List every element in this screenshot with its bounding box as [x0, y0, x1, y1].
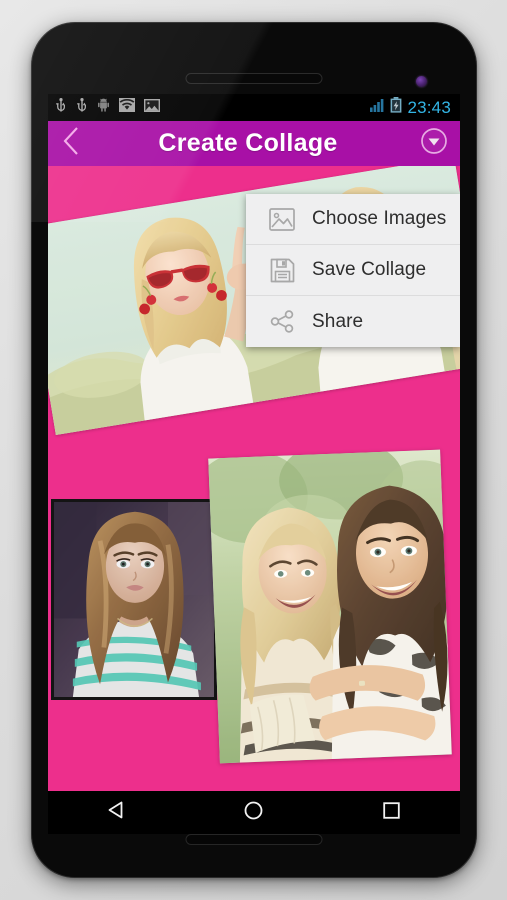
page-title: Create Collage: [158, 129, 338, 157]
picture-icon: [262, 207, 302, 231]
action-bar: Create Collage: [48, 121, 460, 166]
floppy-disk-icon: [262, 258, 302, 283]
battery-charging-icon: [390, 97, 402, 118]
menu-item-label: Choose Images: [312, 208, 447, 229]
circle-home-icon: [243, 800, 264, 826]
status-bar-left-icons: [55, 97, 160, 118]
menu-item-label: Save Collage: [312, 259, 427, 280]
bottom-speaker-slot: [185, 834, 323, 845]
square-recents-icon: [382, 801, 401, 825]
triangle-back-icon: [107, 800, 127, 825]
collage-photo-bottom-left[interactable]: [51, 499, 217, 700]
phone-screen: 23:43 Create Collage Choose Images Save …: [48, 94, 460, 834]
earpiece-speaker: [185, 73, 323, 84]
status-bar-clock: 23:43: [407, 97, 451, 117]
nav-back-button[interactable]: [82, 791, 152, 834]
status-bar: 23:43: [48, 94, 460, 121]
usb-debugging-icon: [76, 97, 88, 118]
overflow-dropdown-menu[interactable]: Choose Images Save Collage Share: [246, 194, 460, 347]
circle-chevron-down-icon: [420, 127, 448, 160]
front-camera: [416, 76, 427, 87]
nav-home-button[interactable]: [219, 791, 289, 834]
android-robot-icon: [97, 98, 110, 117]
collage-photo-bottom-right[interactable]: [208, 449, 452, 764]
overflow-menu-button[interactable]: [408, 121, 460, 166]
wifi-icon: [119, 98, 135, 117]
chevron-left-icon: [61, 125, 81, 162]
menu-item-label: Share: [312, 310, 364, 332]
nav-recents-button[interactable]: [356, 791, 426, 834]
usb-icon: [55, 97, 67, 118]
screenshot-image-icon: [144, 98, 160, 117]
share-nodes-icon: [262, 310, 302, 333]
phone-device: 23:43 Create Collage Choose Images Save …: [31, 22, 477, 878]
menu-item-share[interactable]: Share: [246, 296, 460, 347]
menu-item-save-collage[interactable]: Save Collage: [246, 245, 460, 296]
signal-strength-icon: [370, 98, 385, 117]
status-bar-right-icons: 23:43: [370, 97, 451, 118]
android-navigation-bar: [48, 791, 460, 834]
menu-item-choose-images[interactable]: Choose Images: [246, 194, 460, 245]
collage-canvas[interactable]: Choose Images Save Collage Share: [48, 166, 460, 791]
